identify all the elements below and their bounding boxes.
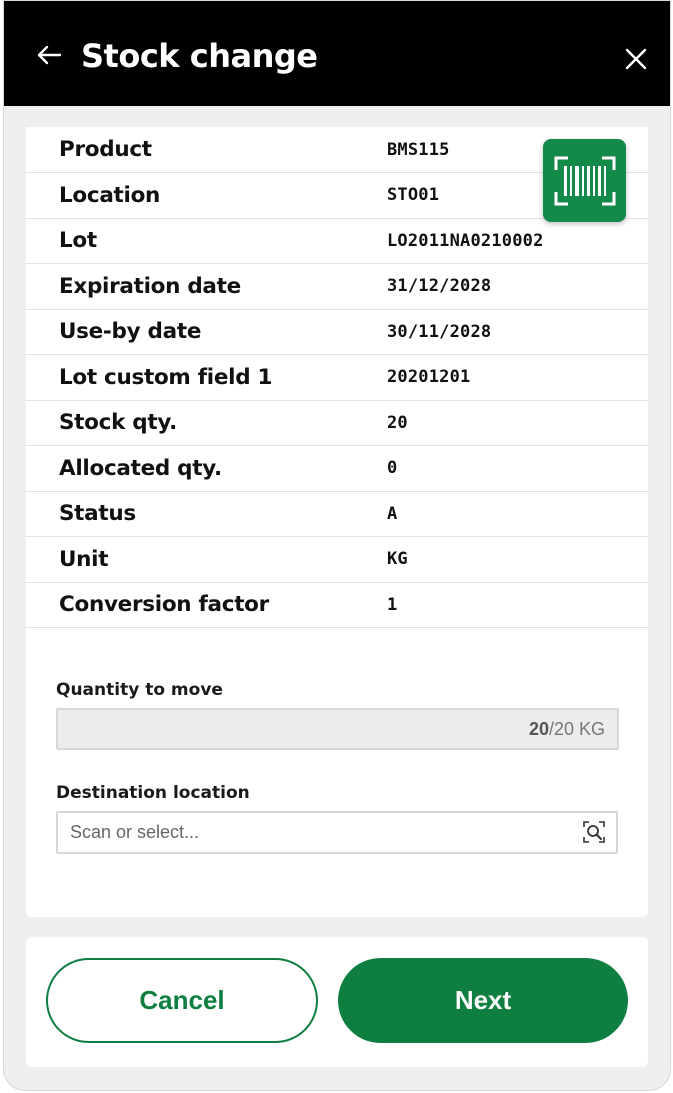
search-lookup-icon[interactable] xyxy=(582,820,606,844)
detail-label: Stock qty. xyxy=(26,399,387,446)
cancel-button[interactable]: Cancel xyxy=(46,958,318,1043)
detail-label: Conversion factor xyxy=(26,581,387,628)
detail-row-status: Status A xyxy=(26,490,648,537)
detail-value: 0 xyxy=(387,445,648,492)
detail-label: Status xyxy=(26,490,387,537)
detail-label: Allocated qty. xyxy=(26,445,387,492)
detail-value: LO2011NA0210002 xyxy=(387,217,648,264)
detail-row-lot: Lot LO2011NA0210002 xyxy=(26,217,648,264)
scan-barcode-button[interactable] xyxy=(543,139,626,222)
detail-row-lot-custom-field: Lot custom field 1 20201201 xyxy=(26,354,648,401)
detail-row-use-by-date: Use-by date 30/11/2028 xyxy=(26,308,648,355)
page-title: Stock change xyxy=(81,37,318,75)
close-icon[interactable] xyxy=(624,47,648,71)
detail-row-expiration-date: Expiration date 31/12/2028 xyxy=(26,263,648,310)
detail-row-allocated-qty: Allocated qty. 0 xyxy=(26,445,648,492)
detail-value: 31/12/2028 xyxy=(387,263,648,310)
barcode-scan-icon xyxy=(554,156,615,205)
destination-label: Destination location xyxy=(56,783,250,803)
detail-value: 20201201 xyxy=(387,354,648,401)
detail-value: 20 xyxy=(387,399,648,446)
destination-location-input[interactable] xyxy=(56,811,618,854)
quantity-label: Quantity to move xyxy=(56,680,223,700)
detail-row-unit: Unit KG xyxy=(26,536,648,583)
detail-label: Lot xyxy=(26,217,387,264)
detail-label: Lot custom field 1 xyxy=(26,354,387,401)
quantity-value: 20 xyxy=(528,718,549,739)
detail-row-stock-qty: Stock qty. 20 xyxy=(26,399,648,446)
detail-label: Use-by date xyxy=(26,308,387,355)
detail-value: 30/11/2028 xyxy=(387,308,648,355)
header-bar: Stock change xyxy=(4,1,670,106)
detail-row-conversion-factor: Conversion factor 1 xyxy=(26,581,648,628)
quantity-field[interactable]: 20/20 KG xyxy=(56,708,619,750)
detail-label: Product xyxy=(26,127,387,173)
quantity-total: /20 KG xyxy=(548,718,605,739)
detail-label: Expiration date xyxy=(26,263,387,310)
arrow-left-icon[interactable] xyxy=(36,42,62,68)
footer-actions: Cancel Next xyxy=(26,937,648,1067)
stock-details-card: Product BMS115 Location STO01 Lot LO2011… xyxy=(26,127,648,917)
detail-label: Location xyxy=(26,172,387,219)
detail-value: KG xyxy=(387,536,648,583)
next-button[interactable]: Next xyxy=(338,958,628,1043)
detail-label: Unit xyxy=(26,536,387,583)
detail-value: A xyxy=(387,490,648,537)
detail-value: 1 xyxy=(387,581,648,628)
app-frame: Stock change Product BMS115 Location STO… xyxy=(3,0,671,1091)
